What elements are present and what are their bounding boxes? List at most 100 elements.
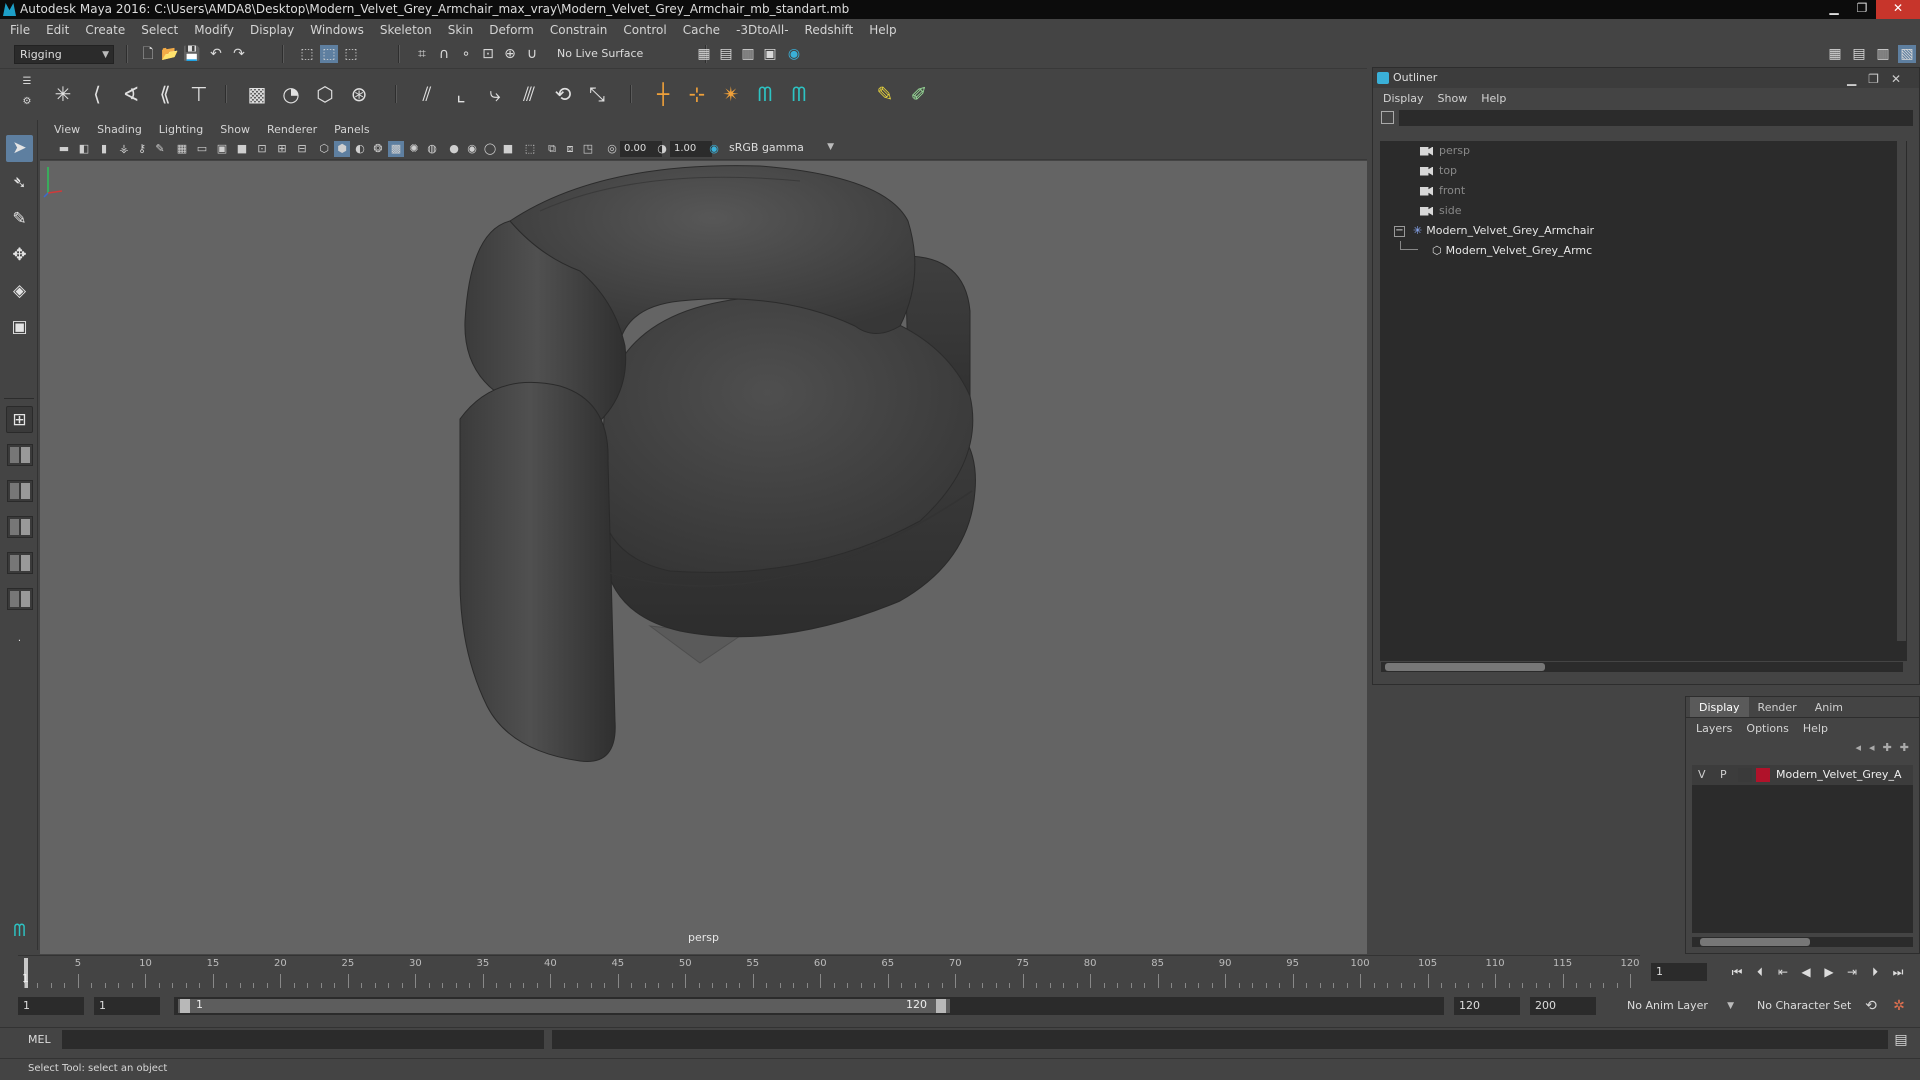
viewport-menu-view[interactable]: View: [54, 123, 80, 136]
screen-space-ao-icon[interactable]: ●: [446, 141, 462, 157]
layer-row[interactable]: V P Modern_Velvet_Grey_A: [1692, 765, 1913, 785]
outliner-window-controls[interactable]: ▁❐✕: [1847, 69, 1913, 89]
move-tool-icon[interactable]: ✥: [6, 242, 33, 269]
xray-components-icon[interactable]: ◳: [580, 141, 596, 157]
outliner-item[interactable]: persp: [1420, 141, 1470, 160]
snap-point-icon[interactable]: ∘: [457, 45, 475, 63]
gate-mask-icon[interactable]: ■: [234, 141, 250, 157]
hik-character-icon[interactable]: ᗰ: [784, 79, 814, 109]
use-all-lights-icon[interactable]: ✺: [406, 141, 422, 157]
select-component-icon[interactable]: ⬚: [342, 45, 360, 63]
tab-render[interactable]: Render: [1749, 697, 1806, 717]
ik-handle-icon[interactable]: ⟨: [82, 79, 112, 109]
safe-action-icon[interactable]: ⊞: [274, 141, 290, 157]
viewport-menu-renderer[interactable]: Renderer: [267, 123, 317, 136]
menu-edit[interactable]: Edit: [46, 23, 69, 37]
range-start-handle[interactable]: [180, 999, 190, 1013]
attribute-editor-icon[interactable]: ▥: [1874, 45, 1892, 63]
aim-constraint-icon[interactable]: ⊹: [682, 79, 712, 109]
auto-key-icon[interactable]: ⟲: [1862, 997, 1880, 1015]
outliner-layout-icon[interactable]: [7, 588, 33, 610]
menu-modify[interactable]: Modify: [194, 23, 234, 37]
end-time-field[interactable]: 200: [1530, 997, 1596, 1015]
command-input[interactable]: [62, 1030, 544, 1049]
layer-color-swatch[interactable]: [1756, 768, 1770, 782]
viewport-menu-panels[interactable]: Panels: [334, 123, 369, 136]
go-to-start-icon[interactable]: ⏮: [1727, 963, 1747, 981]
hypershade-icon[interactable]: ◉: [785, 45, 803, 63]
range-end-handle[interactable]: [936, 999, 946, 1013]
twist-deformer-icon[interactable]: ⟲: [548, 79, 578, 109]
layer-playback-toggle[interactable]: P: [1720, 765, 1727, 785]
new-layer-selected-icon[interactable]: ✚: [1900, 741, 1909, 759]
more-layouts-icon[interactable]: ·: [6, 628, 33, 655]
bend-deformer-icon[interactable]: ⤷: [480, 79, 510, 109]
persp-graph-layout-icon[interactable]: [7, 516, 33, 538]
snap-curve-icon[interactable]: ∩: [435, 45, 453, 63]
ipr-render-icon[interactable]: ▣: [761, 45, 779, 63]
render-current-icon[interactable]: ▥: [739, 45, 757, 63]
persp-outliner-layout-icon[interactable]: [7, 480, 33, 502]
outliner-vertical-scrollbar[interactable]: [1897, 141, 1906, 641]
sidebar-toggle-icon[interactable]: ▦: [1826, 45, 1844, 63]
smooth-shade-icon[interactable]: ⬢: [334, 141, 350, 157]
field-chart-icon[interactable]: ⊡: [254, 141, 270, 157]
move-layer-down-icon[interactable]: ◂: [1869, 741, 1875, 759]
rigid-bind-icon[interactable]: ◔: [276, 79, 306, 109]
xray-icon[interactable]: ⧉: [544, 141, 560, 157]
step-back-icon[interactable]: ⏴: [1750, 963, 1770, 981]
menu-create[interactable]: Create: [85, 23, 125, 37]
scrollbar-thumb[interactable]: [1700, 938, 1810, 946]
quick-rig-icon[interactable]: ✎: [870, 79, 900, 109]
menu-cache[interactable]: Cache: [683, 23, 720, 37]
render-settings-icon[interactable]: ▦: [695, 45, 713, 63]
default-material-icon[interactable]: ◐: [352, 141, 368, 157]
menu-display[interactable]: Display: [250, 23, 294, 37]
snap-live-icon[interactable]: ⊕: [501, 45, 519, 63]
viewport-menu-shading[interactable]: Shading: [97, 123, 142, 136]
rotate-tool-icon[interactable]: ◈: [6, 278, 33, 305]
minimize-button[interactable]: ▁: [1820, 0, 1848, 19]
outliner-search-input[interactable]: [1399, 110, 1913, 126]
character-set-dropdown[interactable]: No Character Set: [1752, 997, 1862, 1015]
menu-set-dropdown[interactable]: Rigging ▼: [14, 45, 114, 64]
animation-preferences-icon[interactable]: ✲: [1890, 997, 1908, 1015]
range-slider[interactable]: 1 120: [174, 997, 1444, 1015]
play-forwards-icon[interactable]: ▶: [1819, 963, 1839, 981]
outliner-item[interactable]: ⬡ Modern_Velvet_Grey_Armc: [1400, 241, 1592, 260]
motion-blur-icon[interactable]: ◉: [464, 141, 480, 157]
outliner-menu-help[interactable]: Help: [1481, 92, 1506, 105]
menu-constrain[interactable]: Constrain: [550, 23, 608, 37]
anti-aliasing-icon[interactable]: ◯: [482, 141, 498, 157]
single-perspective-layout-icon[interactable]: ⊞: [6, 406, 33, 433]
2d-pan-zoom-icon[interactable]: ⚷: [134, 141, 150, 157]
smooth-bind-icon[interactable]: ▩: [242, 79, 272, 109]
point-constraint-icon[interactable]: ┼: [648, 79, 678, 109]
layer-visibility-toggle[interactable]: V: [1698, 765, 1706, 785]
menu-skin[interactable]: Skin: [448, 23, 474, 37]
view-transform-dropdown[interactable]: sRGB gamma ▼: [724, 140, 838, 157]
wireframe-on-shaded-icon[interactable]: ❂: [370, 141, 386, 157]
playback-start-field[interactable]: 1: [94, 997, 160, 1015]
grease-pencil-icon[interactable]: ✎: [152, 141, 168, 157]
exposure-icon[interactable]: ◎: [604, 141, 620, 157]
tab-display[interactable]: Display: [1690, 697, 1749, 717]
wire-deformer-icon[interactable]: ⤡: [582, 79, 612, 109]
move-layer-up-icon[interactable]: ◂: [1856, 741, 1862, 759]
outliner-menu-show[interactable]: Show: [1438, 92, 1468, 105]
ik-spline-icon[interactable]: ∢: [116, 79, 146, 109]
time-slider[interactable]: 5 10 15 20 25 30 35 40 45 50 55 60 65 70 75 80 85 90 95 100…: [18, 955, 1640, 988]
magnet-icon[interactable]: ∪: [523, 45, 541, 63]
open-scene-icon[interactable]: 📂: [161, 45, 179, 63]
mirror-joint-icon[interactable]: ⟪: [150, 79, 180, 109]
wireframe-icon[interactable]: ⬡: [316, 141, 332, 157]
depth-of-field-icon[interactable]: ■: [500, 141, 516, 157]
scale-tool-icon[interactable]: ▣: [6, 314, 33, 341]
shelf-tabs-icon[interactable]: ☰: [18, 73, 36, 91]
outliner-horizontal-scrollbar[interactable]: [1381, 662, 1903, 672]
channel-box-icon[interactable]: ▤: [1850, 45, 1868, 63]
image-plane-icon[interactable]: ⚶: [116, 141, 132, 157]
layer-menu-options[interactable]: Options: [1746, 722, 1788, 735]
layer-editor-toggle-icon[interactable]: ▧: [1898, 45, 1916, 63]
gamma-icon[interactable]: ◑: [654, 141, 670, 157]
